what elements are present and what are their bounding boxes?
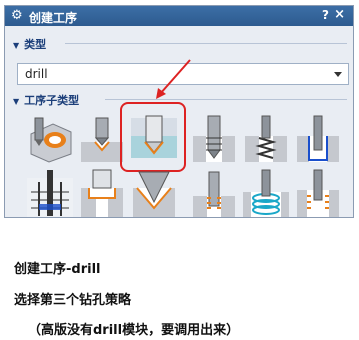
caption-line-3: （高版没有drill模块，要调用出来） — [28, 323, 240, 338]
caption-line-2: 选择第三个钻孔策略 — [14, 293, 132, 308]
caption-line-1: 创建工序-drill — [14, 262, 101, 277]
